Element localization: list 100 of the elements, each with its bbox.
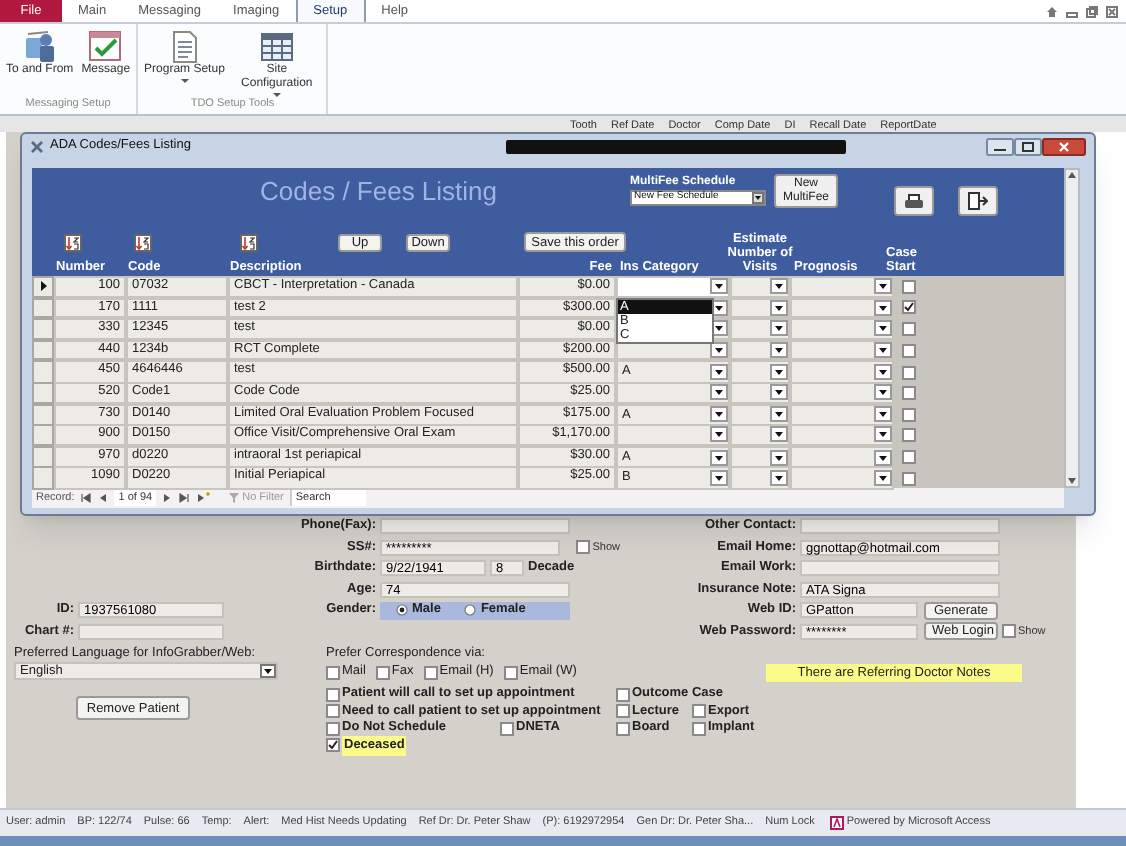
input-field[interactable] [78, 623, 224, 640]
print-button[interactable] [894, 186, 934, 216]
dropdown-button[interactable] [770, 320, 788, 337]
checkbox[interactable] [326, 721, 340, 736]
combo-field[interactable] [730, 339, 790, 361]
dropdown-button[interactable] [770, 384, 788, 401]
dropdown-button[interactable] [710, 470, 728, 487]
dropdown-button[interactable] [770, 406, 788, 423]
exit-button[interactable] [958, 186, 998, 216]
new-record-icon[interactable] [196, 491, 211, 504]
dropdown-button[interactable] [770, 470, 788, 487]
dropdown-button[interactable] [874, 449, 892, 466]
dropdown-button[interactable] [710, 449, 728, 466]
checkbox[interactable] [692, 721, 706, 736]
combo-field[interactable] [790, 339, 894, 361]
dropdown-button[interactable] [770, 299, 788, 316]
minimize-icon[interactable] [1066, 6, 1078, 18]
combo-field[interactable] [730, 297, 790, 319]
dropdown-button[interactable] [874, 384, 892, 401]
checkbox[interactable] [326, 738, 340, 753]
combo-field[interactable] [616, 276, 730, 298]
maximize-icon[interactable] [1014, 137, 1042, 155]
minimize-icon[interactable] [986, 137, 1014, 155]
dropdown-button[interactable] [874, 342, 892, 359]
combo-field[interactable] [790, 318, 894, 340]
scroll-down-icon[interactable] [1066, 476, 1078, 486]
combo-field[interactable] [790, 424, 894, 446]
combo-field[interactable] [790, 276, 894, 298]
checkbox[interactable] [503, 665, 518, 679]
dropdown-button[interactable] [874, 426, 892, 443]
combo-field[interactable] [730, 381, 790, 404]
scroll-up-icon[interactable] [1066, 170, 1078, 180]
combo-field[interactable] [616, 381, 730, 404]
next-record-icon[interactable] [162, 491, 173, 504]
home-icon[interactable] [1046, 6, 1058, 18]
dropdown-button[interactable] [710, 426, 728, 443]
checkbox[interactable] [901, 343, 915, 358]
sort-icon[interactable] [64, 234, 82, 252]
dropdown-button[interactable] [770, 364, 788, 381]
combo-field[interactable] [730, 360, 790, 385]
radio-button[interactable] [396, 604, 408, 617]
row-selector[interactable] [32, 276, 54, 298]
checkbox[interactable] [326, 687, 340, 702]
dropdown-button[interactable] [770, 342, 788, 359]
checkbox[interactable] [616, 704, 630, 719]
checkbox[interactable] [901, 300, 915, 315]
combo-field[interactable] [730, 276, 790, 298]
checkbox[interactable] [901, 279, 915, 294]
scrollbar[interactable] [1064, 168, 1080, 488]
input-field[interactable] [800, 518, 1000, 535]
dropdown-button[interactable] [710, 278, 728, 295]
checkbox[interactable] [423, 665, 438, 679]
checkbox[interactable] [901, 450, 915, 465]
checkbox[interactable] [576, 540, 591, 555]
previous-record-icon[interactable] [98, 491, 109, 504]
dropdown-button[interactable] [710, 406, 728, 423]
dropdown-button[interactable] [770, 278, 788, 295]
combo-field[interactable] [790, 360, 894, 385]
combo-field[interactable] [730, 318, 790, 340]
checkbox[interactable] [326, 665, 340, 679]
input-field[interactable] [800, 560, 1000, 577]
combo-field[interactable] [790, 381, 894, 404]
close-icon[interactable] [1106, 6, 1118, 18]
checkbox[interactable] [901, 385, 915, 400]
checkbox[interactable] [326, 704, 340, 719]
sort-icon[interactable] [240, 234, 258, 252]
dropdown-button[interactable] [874, 470, 892, 487]
last-record-icon[interactable] [178, 491, 191, 504]
sort-icon[interactable] [134, 234, 152, 252]
dropdown-button[interactable] [710, 364, 728, 381]
dropdown-button[interactable] [874, 299, 892, 316]
dropdown-button[interactable] [770, 449, 788, 466]
restore-icon[interactable] [1086, 6, 1098, 18]
combo-field[interactable] [730, 424, 790, 446]
checkbox[interactable] [616, 687, 630, 702]
first-record-icon[interactable] [80, 491, 93, 504]
dropdown-button[interactable] [874, 406, 892, 423]
checkbox[interactable] [692, 704, 706, 719]
checkbox[interactable] [375, 665, 390, 679]
dropdown-button[interactable] [874, 320, 892, 337]
combo-field[interactable] [790, 466, 894, 491]
checkbox[interactable] [901, 407, 915, 422]
dropdown-button[interactable] [874, 364, 892, 381]
checkbox[interactable] [901, 427, 915, 442]
dropdown-button[interactable] [710, 342, 728, 359]
checkbox[interactable] [901, 365, 915, 380]
checkbox[interactable] [901, 471, 915, 486]
dropdown-button[interactable] [874, 278, 892, 295]
combo-field[interactable] [730, 466, 790, 491]
dropdown-button[interactable] [770, 426, 788, 443]
checkbox[interactable] [500, 721, 514, 736]
input-field[interactable] [380, 518, 570, 535]
checkbox[interactable] [1002, 624, 1016, 639]
combo-field[interactable] [616, 424, 730, 446]
radio-button[interactable] [464, 604, 477, 617]
checkbox[interactable] [901, 321, 915, 336]
checkbox[interactable] [616, 721, 630, 736]
combo-field[interactable] [790, 297, 894, 319]
dropdown-button[interactable] [710, 384, 728, 401]
close-icon[interactable] [1042, 137, 1086, 155]
